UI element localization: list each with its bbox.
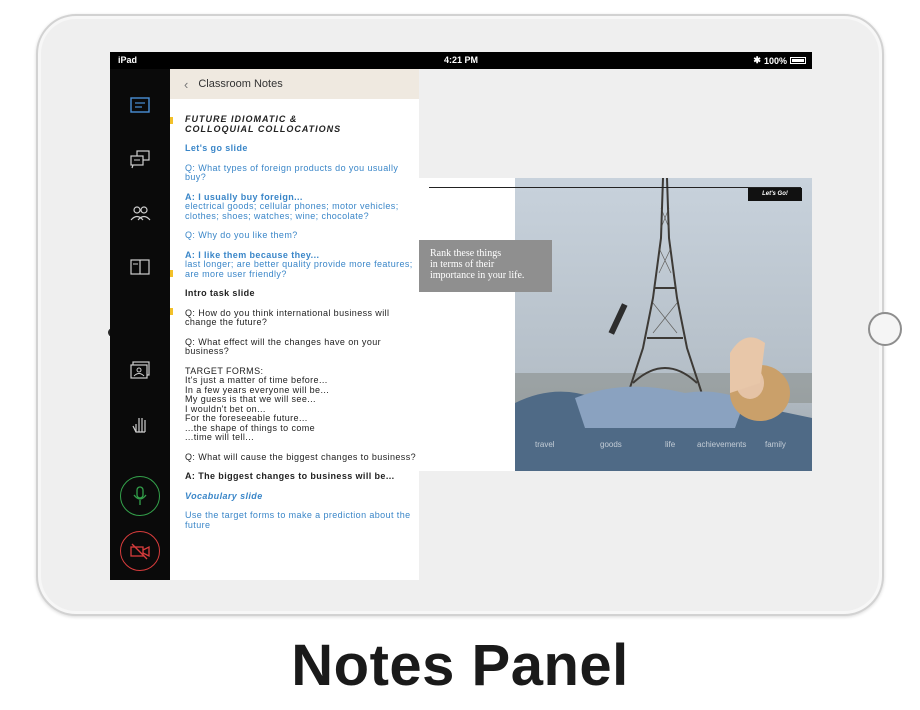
page-title: Notes Panel [291,633,629,698]
participants-icon[interactable] [128,203,152,223]
microphone-button[interactable] [120,476,160,516]
battery-percent: 100% [763,55,787,66]
side-rail [110,69,170,580]
slide-photo: travel goods life achievements family [515,178,812,471]
slide-marker [170,117,173,124]
gallery-icon[interactable] [128,360,152,380]
status-bar: iPad 4:21 PM ✱ 100% [110,52,812,69]
ipad-screen: iPad 4:21 PM ✱ 100% ‹ Classroom Notes FU… [110,52,812,580]
current-slide[interactable]: travel goods life achievements family Le… [419,178,812,471]
note-answer-detail: electrical goods; cellular phones; motor… [185,201,399,221]
note-question: Q: What will cause the biggest changes t… [185,451,417,462]
raise-hand-icon[interactable] [128,414,152,434]
notes-icon[interactable] [128,96,152,116]
slide-caption: goods [600,440,622,449]
note-question: Q: Why do you like them? [185,230,298,240]
status-time: 4:21 PM [443,55,478,65]
slides-panel-icon[interactable] [128,257,152,277]
slide-prompt: Rank these things in terms of their impo… [419,240,552,292]
notes-body[interactable]: FUTURE IDIOMATIC & COLLOQUIAL COLLOCATIO… [170,99,419,530]
slide-marker [170,270,173,277]
notes-title: Classroom Notes [198,78,283,90]
eiffel-tower-scene [515,178,812,471]
note-answer-detail: last longer; are better quality provide … [185,259,413,279]
home-button[interactable] [868,312,902,346]
note-question: Q: What types of foreign products do you… [185,162,399,182]
slide-marker [170,308,173,315]
battery-icon [790,57,806,64]
notes-header: ‹ Classroom Notes [170,69,419,99]
slide-link-intro-task[interactable]: Intro task slide [185,288,419,299]
battery-status: ✱ 100% [753,55,806,66]
chat-icon[interactable] [128,149,152,169]
note-question: Q: How do you think international busine… [185,307,390,327]
back-chevron-icon[interactable]: ‹ [184,77,188,92]
target-forms: TARGET FORMS: It's just a matter of time… [185,365,330,442]
slide-caption: family [765,440,786,449]
slide-area: travel goods life achievements family Le… [419,69,812,580]
slide-prompt-text: Rank these things in terms of their impo… [430,248,525,281]
slide-caption: achievements [697,440,747,449]
slide-caption: life [665,440,676,449]
note-answer: A: The biggest changes to business will … [185,471,395,481]
lets-go-badge: Let's Go! [748,188,802,201]
slide-divider [429,187,801,188]
notes-panel: ‹ Classroom Notes FUTURE IDIOMATIC & COL… [170,69,419,580]
slide-link-lets-go[interactable]: Let's go slide [185,143,419,154]
camera-off-icon [130,543,150,560]
microphone-icon [133,486,147,505]
note-instruction: Use the target forms to make a predictio… [185,510,411,530]
slide-caption: travel [535,440,555,449]
note-question: Q: What effect will the changes have on … [185,336,382,356]
notes-heading: FUTURE IDIOMATIC & COLLOQUIAL COLLOCATIO… [185,114,342,134]
slide-link-vocabulary[interactable]: Vocabulary slide [185,491,419,502]
camera-off-button[interactable] [120,531,160,571]
bluetooth-icon: ✱ [753,55,761,65]
